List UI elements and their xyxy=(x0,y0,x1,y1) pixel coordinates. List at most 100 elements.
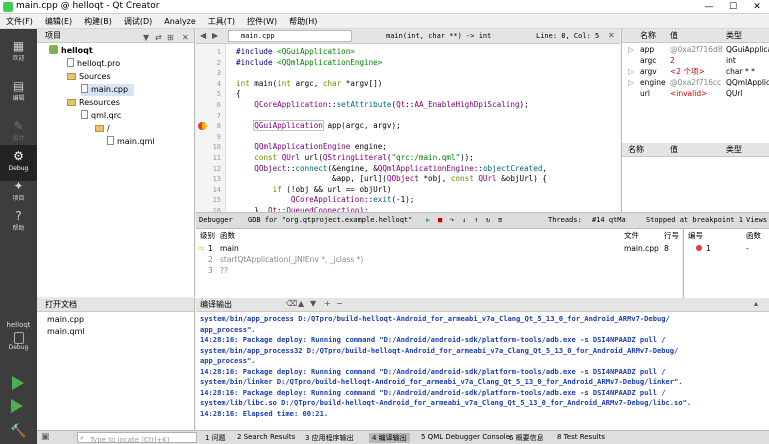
tab-search-results[interactable]: 2 Search Results xyxy=(237,433,295,441)
mode-help[interactable]: ? 帮助 xyxy=(0,205,37,241)
menu-debug[interactable]: 调试(D) xyxy=(118,14,158,29)
output-title: 编译输出 xyxy=(200,300,232,309)
menu-analyze[interactable]: Analyze xyxy=(158,14,202,29)
breakpoints-header-function: 函数 xyxy=(746,231,761,240)
menu-widgets[interactable]: 控件(W) xyxy=(241,14,283,29)
tab-general-messages[interactable]: 6 概要信息 xyxy=(509,433,544,443)
edit-icon: ▤ xyxy=(12,79,25,93)
locator-input[interactable]: ⌕ Type to locate (Ctrl+K) xyxy=(77,432,197,444)
menu-help[interactable]: 帮助(H) xyxy=(283,14,323,29)
tree-node-qml-qrc[interactable]: qml.qrc xyxy=(81,110,121,122)
close-button[interactable]: ✕ xyxy=(745,0,769,14)
open-file-main-cpp[interactable]: main.cpp xyxy=(47,314,84,326)
continue-icon[interactable]: ▶ xyxy=(426,216,430,224)
minimize-button[interactable]: — xyxy=(697,0,721,14)
tree-node-sources[interactable]: Sources xyxy=(67,71,111,83)
menu-tools[interactable]: 工具(T) xyxy=(202,14,241,29)
pro-file-icon xyxy=(67,58,74,67)
output-line: system/bin/app_process D:/QTpro/build-he… xyxy=(200,314,670,323)
split-icon[interactable]: ⊞ xyxy=(167,31,174,44)
views-button[interactable]: Views xyxy=(746,216,767,224)
tab-qml-debugger-console[interactable]: 5 QML Debugger Console xyxy=(421,433,510,441)
step-out-icon[interactable]: ↑ xyxy=(474,216,478,224)
stack-row[interactable]: 3 ?? xyxy=(196,266,682,276)
stack-header-function: 函数 xyxy=(220,231,235,240)
tab-test-results[interactable]: 8 Test Results xyxy=(557,433,605,441)
locals-header: 名称 值 类型 xyxy=(622,29,769,43)
step-into-icon[interactable]: ↓ xyxy=(462,216,466,224)
output-line: system/bin/app_process32 D:/QTpro/build-… xyxy=(200,345,679,355)
clear-output-icon[interactable]: ⌫ xyxy=(286,299,297,308)
menu-file[interactable]: 文件(F) xyxy=(0,14,39,29)
code-line-14: if (!obj && url == objUrl) xyxy=(272,184,392,194)
previous-item-icon[interactable]: ▲ xyxy=(298,299,304,308)
menu-build[interactable]: 构建(B) xyxy=(78,14,118,29)
tab-issues[interactable]: 1 问题 xyxy=(205,433,226,443)
zoom-out-icon[interactable]: − xyxy=(336,299,343,308)
symbol-selector[interactable]: main(int, char **) -> int xyxy=(386,30,528,42)
document-selector[interactable]: main.cpp xyxy=(228,30,352,42)
open-file-main-qml[interactable]: main.qml xyxy=(47,326,85,338)
stop-icon[interactable]: ■ xyxy=(438,216,442,224)
maximize-output-icon[interactable]: ▴ xyxy=(754,299,758,308)
filter-icon[interactable]: ▼ xyxy=(143,31,149,44)
expand-arrow-icon[interactable]: ▷ xyxy=(628,78,634,88)
code-editor[interactable]: 1 2 3 4 5 6 7 8 9 10 11 12 13 14 15 16 #… xyxy=(196,44,620,212)
debug-run-icon[interactable] xyxy=(11,399,23,413)
cpp-file-icon xyxy=(81,84,88,93)
close-editor-icon[interactable]: ✕ xyxy=(608,31,615,40)
cursor-position[interactable]: Line: 8, Col: 5 xyxy=(536,30,599,42)
status-bar: ▣ ⌕ Type to locate (Ctrl+K) 1 问题 2 Searc… xyxy=(37,430,769,444)
threads-label: Threads: xyxy=(548,216,582,224)
output-line: 14:28:16: Package deploy: Running comman… xyxy=(200,387,666,397)
engine-selector[interactable]: GDB for "org.qtproject.example.helloqt" xyxy=(248,216,412,224)
window-title: main.cpp @ helloqt - Qt Creator xyxy=(16,1,160,11)
mode-welcome[interactable]: ▦ 欢迎 xyxy=(0,35,37,71)
tree-node-main-cpp[interactable]: main.cpp xyxy=(81,84,135,96)
compile-output[interactable]: system/bin/app_process D:/QTpro/build-he… xyxy=(196,312,769,430)
close-pane-icon[interactable]: ✕ xyxy=(182,31,189,44)
instruction-mode-icon[interactable]: ≡ xyxy=(498,216,502,224)
stack-row[interactable]: ⇨ 1 main main.cpp 8 xyxy=(196,244,682,254)
debug-icon: ⚙ xyxy=(13,149,24,163)
tree-node-main-qml[interactable]: main.qml xyxy=(107,136,155,148)
kit-selector[interactable]: helloqt Debug xyxy=(0,321,37,351)
maximize-button[interactable]: ☐ xyxy=(721,0,745,14)
zoom-in-icon[interactable]: + xyxy=(324,299,331,308)
editor-toolbar: ◀ ▶ main.cpp main(int, char **) -> int L… xyxy=(196,29,620,44)
sidebar-toggle-icon[interactable]: ▣ xyxy=(41,432,50,442)
restart-icon[interactable]: ↻ xyxy=(486,216,490,224)
run-icon[interactable] xyxy=(12,376,24,390)
step-over-icon[interactable]: ↷ xyxy=(450,216,454,224)
forward-icon[interactable]: ▶ xyxy=(212,31,218,40)
tab-compile-output[interactable]: 4 编译输出 xyxy=(369,433,410,443)
mode-edit[interactable]: ▤ 编辑 xyxy=(0,75,37,111)
tree-node-helloqt[interactable]: helloqt xyxy=(49,45,93,57)
output-line: app_process". xyxy=(200,356,256,365)
current-frame-arrow-icon: ⇨ xyxy=(198,244,205,253)
menu-edit[interactable]: 编辑(E) xyxy=(39,14,78,29)
back-icon[interactable]: ◀ xyxy=(200,31,206,40)
code-line-11: const QUrl url(QStringLiteral("qrc:/main… xyxy=(254,153,474,162)
debugger-toolbar: Debugger GDB for "org.qtproject.example.… xyxy=(196,212,769,229)
expressions-header: 名称 值 类型 xyxy=(622,143,769,157)
thread-selector[interactable]: #14 qtMa xyxy=(592,216,626,224)
expand-arrow-icon[interactable]: ▷ xyxy=(628,67,634,77)
sync-link-icon[interactable]: ⇄ xyxy=(155,31,162,44)
stack-pane: 级别 函数 文件 行号 ⇨ 1 main main.cpp 8 2 startQ… xyxy=(196,229,682,298)
title-bar: main.cpp @ helloqt - Qt Creator — ☐ ✕ xyxy=(0,0,769,14)
tab-application-output[interactable]: 3 应用程序输出 xyxy=(305,433,354,443)
search-icon: ⌕ xyxy=(80,434,84,442)
code-line-10: QQmlApplicationEngine engine; xyxy=(254,142,387,152)
folder-icon xyxy=(95,125,104,132)
tree-node-helloqt-pro[interactable]: helloqt.pro xyxy=(67,58,120,70)
output-line: app_process". xyxy=(200,324,256,334)
expand-arrow-icon[interactable]: ▷ xyxy=(628,45,634,55)
next-item-icon[interactable]: ▼ xyxy=(310,299,316,308)
qml-file-icon xyxy=(107,136,114,145)
stack-row[interactable]: 2 startQtApplication(_JNIEnv *, _jclass … xyxy=(196,255,682,265)
tree-node-root-prefix[interactable]: / xyxy=(95,123,110,135)
build-hammer-icon[interactable]: 🔨 xyxy=(10,424,26,439)
open-documents-pane: 打开文档 main.cpp main.qml xyxy=(37,298,195,430)
tree-node-resources[interactable]: Resources xyxy=(67,97,120,109)
